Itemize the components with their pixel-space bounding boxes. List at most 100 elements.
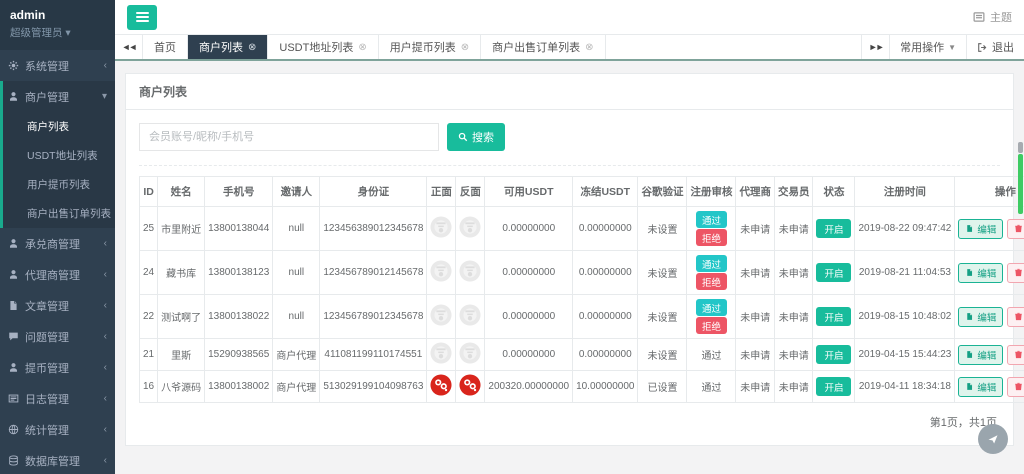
tabs-scroll-right-button[interactable]: ►► [861, 35, 889, 59]
status-toggle-button[interactable]: 开启 [816, 377, 851, 396]
scrollbar-cap[interactable] [1018, 142, 1023, 153]
sidebar-item[interactable]: 提币管理‹ [0, 352, 115, 383]
back-to-top-button[interactable] [978, 424, 1008, 454]
cell-id-back-image[interactable] [456, 371, 485, 403]
status-toggle-button[interactable]: 开启 [816, 263, 851, 282]
sidebar-item-label: 承兑商管理 [25, 236, 80, 252]
cell-id-back-image[interactable] [456, 339, 485, 371]
tab-close-icon[interactable]: ⊗ [585, 42, 593, 53]
cell-id-back-image[interactable] [456, 251, 485, 295]
id-front-image[interactable] [430, 304, 452, 326]
column-header: 反面 [456, 177, 485, 207]
delete-button[interactable]: 删除 [1007, 307, 1024, 327]
edit-button[interactable]: 编辑 [958, 263, 1003, 283]
audit-pass-button[interactable]: 通过 [696, 299, 727, 316]
cell-operations: 编辑删除 [955, 207, 1024, 251]
id-back-image[interactable] [459, 216, 481, 238]
cell-id-front-image[interactable] [427, 339, 456, 371]
id-back-image[interactable] [459, 304, 481, 326]
cell-register-time: 2019-04-15 15:44:23 [855, 339, 955, 371]
audit-pass-button[interactable]: 通过 [696, 255, 727, 272]
edit-button[interactable]: 编辑 [958, 219, 1003, 239]
cell-id-front-image[interactable] [427, 371, 456, 403]
cell-id-front-image[interactable] [427, 295, 456, 339]
status-toggle-button[interactable]: 开启 [816, 345, 851, 364]
edit-icon [965, 312, 974, 321]
delete-button[interactable]: 删除 [1007, 219, 1024, 239]
edit-button[interactable]: 编辑 [958, 307, 1003, 327]
id-back-image[interactable] [459, 342, 481, 364]
sidebar-item[interactable]: 商户管理▾ [3, 81, 115, 112]
edit-label: 编辑 [977, 310, 996, 324]
edit-button[interactable]: 编辑 [958, 345, 1003, 365]
edit-button[interactable]: 编辑 [958, 377, 1003, 397]
column-header: 状态 [813, 177, 855, 207]
sidebar-item[interactable]: 数据库管理‹ [0, 445, 115, 474]
cell-id-front-image[interactable] [427, 251, 456, 295]
tab[interactable]: 商户出售订单列表⊗ [481, 35, 605, 59]
tab-close-icon[interactable]: ⊗ [461, 42, 469, 53]
sidebar-item[interactable]: 代理商管理‹ [0, 259, 115, 290]
user-role-dropdown[interactable]: 超级管理员 ▾ [10, 25, 105, 40]
delete-button[interactable]: 删除 [1007, 345, 1024, 365]
tab[interactable]: 商户列表⊗ [188, 35, 268, 59]
tab[interactable]: USDT地址列表⊗ [268, 35, 378, 59]
search-button[interactable]: 搜索 [447, 123, 505, 151]
id-front-image[interactable] [430, 216, 452, 238]
tab-close-icon[interactable]: ⊗ [358, 42, 366, 53]
search-button-label: 搜索 [472, 129, 494, 145]
delete-button[interactable]: 删除 [1007, 377, 1024, 397]
cell-id-back-image[interactable] [456, 295, 485, 339]
table-row: 21里斯15290938565商户代理4110811991101745510.0… [140, 339, 1024, 371]
sidebar-item[interactable]: 统计管理‹ [0, 414, 115, 445]
cell-inviter: 商户代理 [273, 339, 320, 371]
comment-icon [8, 331, 19, 342]
audit-pass-button[interactable]: 通过 [696, 211, 727, 228]
tab[interactable]: 首页 [143, 35, 188, 59]
divider [139, 165, 1000, 166]
theme-icon [973, 11, 985, 23]
status-toggle-button[interactable]: 开启 [816, 219, 851, 238]
cell-status: 开启 [813, 251, 855, 295]
status-toggle-button[interactable]: 开启 [816, 307, 851, 326]
edit-icon [965, 382, 974, 391]
sidebar-item[interactable]: 日志管理‹ [0, 383, 115, 414]
id-back-image[interactable] [459, 374, 481, 396]
sidebar-subitem[interactable]: 商户出售订单列表 [3, 199, 115, 228]
sidebar-item-label: 提币管理 [25, 360, 69, 376]
tabs-scroll-left-button[interactable]: ◄◄ [115, 35, 143, 59]
cell-id-back-image[interactable] [456, 207, 485, 251]
tab-close-icon[interactable]: ⊗ [248, 42, 256, 53]
sidebar-subitem[interactable]: USDT地址列表 [3, 141, 115, 170]
tab[interactable]: 用户提币列表⊗ [379, 35, 481, 59]
cell-inviter: null [273, 207, 320, 251]
chevron-down-icon: ▾ [102, 91, 107, 102]
delete-button[interactable]: 删除 [1007, 263, 1024, 283]
sidebar-section: 系统管理‹ [0, 50, 115, 81]
audit-reject-button[interactable]: 拒绝 [696, 317, 727, 334]
sidebar-item[interactable]: 承兑商管理‹ [0, 228, 115, 259]
cell-available-usdt: 0.00000000 [485, 251, 573, 295]
common-operations-menu[interactable]: 常用操作 ▼ [889, 35, 966, 59]
cell-google-auth: 未设置 [638, 295, 687, 339]
audit-reject-button[interactable]: 拒绝 [696, 229, 727, 246]
id-front-image[interactable] [430, 374, 452, 396]
theme-switcher[interactable]: 主题 [973, 9, 1012, 25]
cell-id-front-image[interactable] [427, 207, 456, 251]
sidebar-section: 承兑商管理‹ [0, 228, 115, 259]
id-front-image[interactable] [430, 342, 452, 364]
sidebar-item[interactable]: 问题管理‹ [0, 321, 115, 352]
sidebar-item[interactable]: 文章管理‹ [0, 290, 115, 321]
scrollbar-thumb[interactable] [1018, 154, 1023, 214]
sidebar-subitem[interactable]: 用户提币列表 [3, 170, 115, 199]
audit-reject-button[interactable]: 拒绝 [696, 273, 727, 290]
sidebar-subitem[interactable]: 商户列表 [3, 112, 115, 141]
scrollbar[interactable] [1018, 142, 1023, 214]
search-input[interactable] [139, 123, 439, 151]
sidebar-item[interactable]: 系统管理‹ [0, 50, 115, 81]
id-front-image[interactable] [430, 260, 452, 282]
sidebar-toggle-button[interactable] [127, 5, 157, 30]
sidebar-item-label: 数据库管理 [25, 453, 80, 469]
logout-button[interactable]: 退出 [966, 35, 1024, 59]
id-back-image[interactable] [459, 260, 481, 282]
